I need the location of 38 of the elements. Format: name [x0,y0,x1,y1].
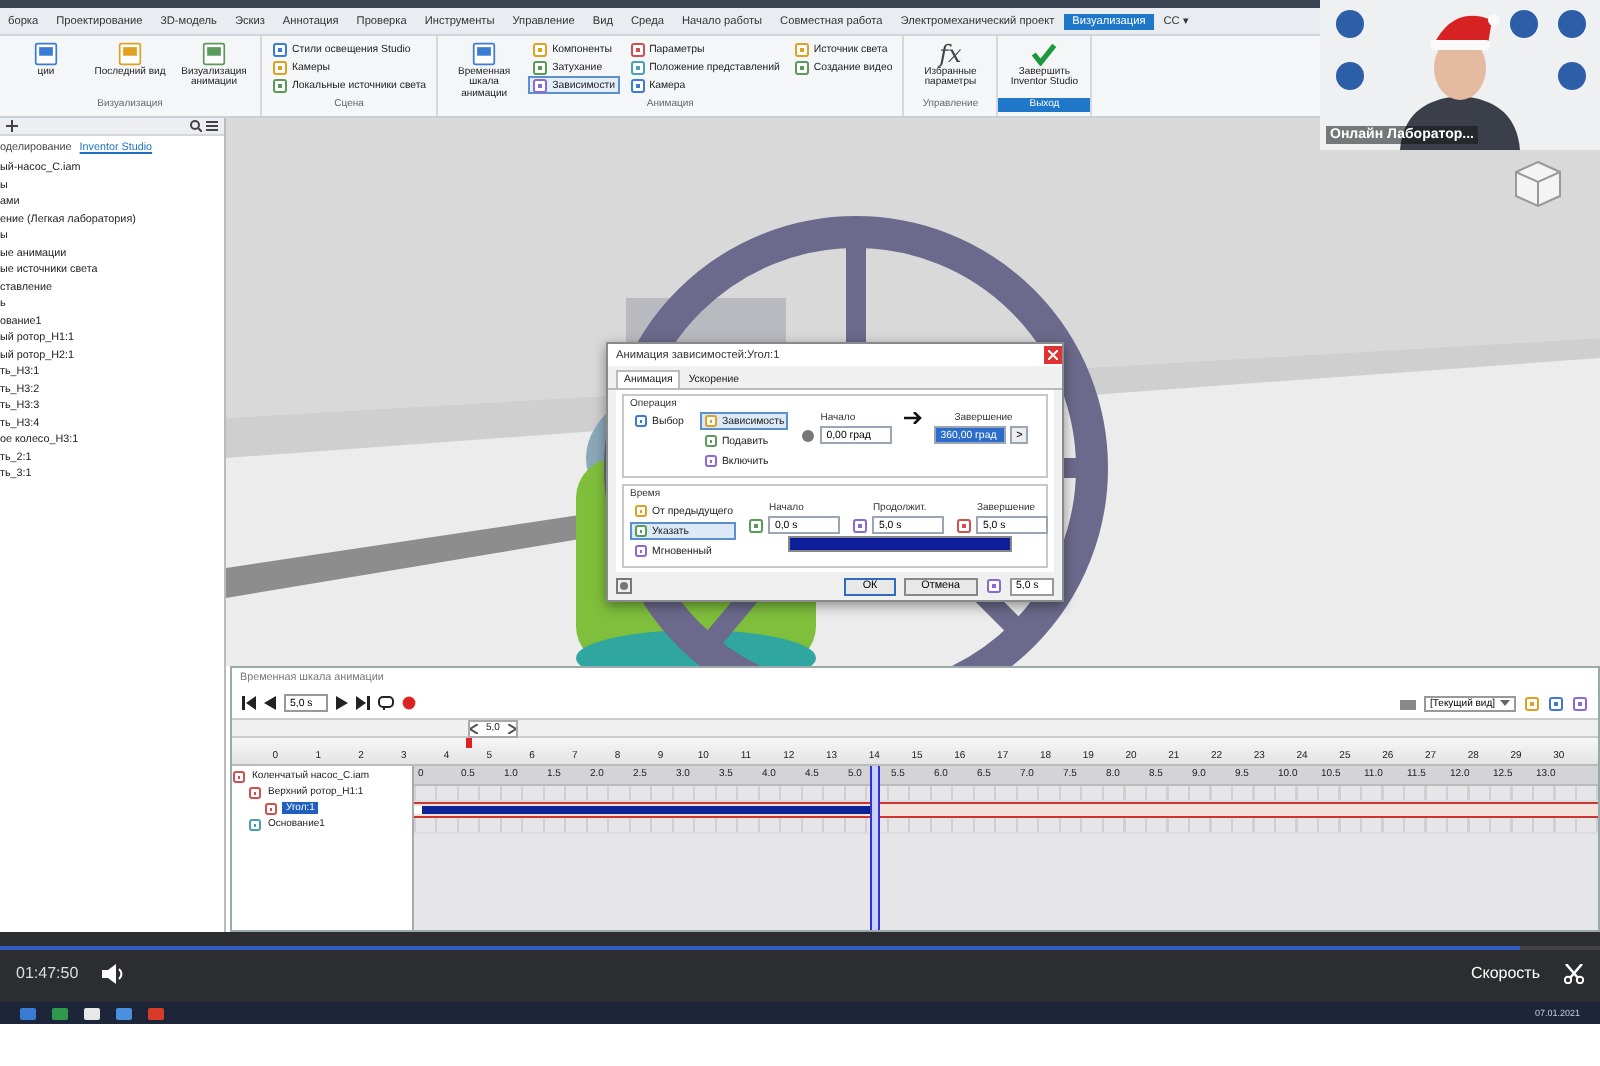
tool-icon [634,504,648,518]
view-cube-icon[interactable] [1512,158,1564,210]
tool-icon [852,517,869,533]
volume-icon[interactable] [102,963,125,983]
tool-icon [703,434,718,448]
menu-icon[interactable] [206,120,218,132]
step-back-icon[interactable] [264,696,276,710]
tool-icon [703,454,718,468]
play-icon[interactable] [336,696,348,710]
time-marker[interactable] [465,738,472,748]
tool-icon [986,578,1002,594]
tool-icon [634,544,648,558]
tool-icon [1572,695,1588,711]
close-icon [1048,350,1058,360]
speed-button[interactable]: Скорость [1470,964,1540,982]
tool-icon [748,517,765,533]
tool-icon [703,414,718,428]
tool-icon [956,517,973,533]
plus-icon[interactable] [6,120,18,132]
tool-icon [32,42,60,66]
record-icon[interactable] [402,696,416,710]
tool-icon [200,42,228,66]
tool-icon [116,42,144,66]
arrow-icon [904,412,923,424]
close-button[interactable] [1044,346,1062,364]
skip-start-icon[interactable] [242,696,256,710]
playback-time: 01:47:50 [16,964,79,982]
tool-icon [634,414,648,428]
tool-icon [634,524,648,538]
tool-icon [1524,695,1540,711]
caret-icon [1500,700,1510,706]
tool-icon [1548,695,1564,711]
playhead[interactable] [869,766,880,930]
search-icon[interactable] [190,120,202,132]
tool-icon [470,42,499,66]
skip-end-icon[interactable] [356,696,370,710]
scissors-icon[interactable] [1564,963,1584,983]
checkmark-icon [1028,42,1061,66]
